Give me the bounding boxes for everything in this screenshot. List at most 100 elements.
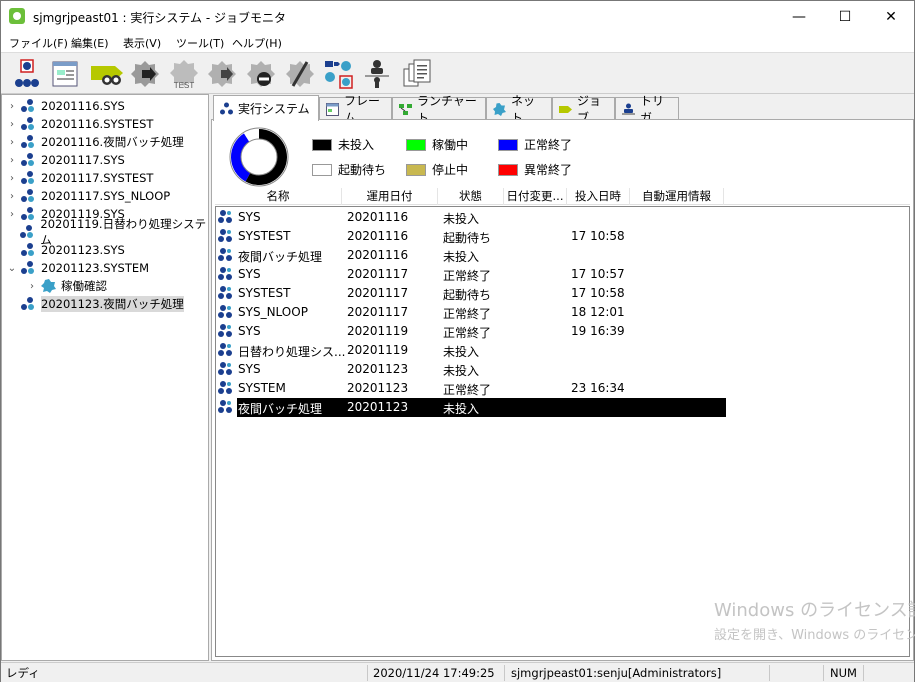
legend-label: 異常終了 — [524, 163, 573, 177]
column-date-change[interactable]: 日付変更... — [504, 188, 567, 205]
trigger-tab-icon — [622, 103, 635, 116]
tab-run-chart[interactable]: ランチャート — [392, 94, 486, 125]
tree-item[interactable]: › 20201116.SYSTEST — [6, 115, 153, 133]
column-header-row: 名称 運用日付 状態 日付変更... 投入日時 自動運用情報 — [215, 188, 910, 205]
test-run-icon[interactable]: TEST — [168, 58, 200, 90]
system-node-icon — [218, 343, 234, 357]
system-node-icon — [218, 400, 234, 414]
table-row[interactable]: 夜間バッチ処理 20201123 未投入 — [216, 398, 726, 417]
column-status[interactable]: 状態 — [438, 188, 504, 205]
system-node-icon — [21, 135, 37, 149]
tree-item[interactable]: › 20201117.SYS — [6, 151, 125, 169]
system-table[interactable]: SYS 20201116 未投入 SYSTEST 20201116 起動待ち 17 10:5… — [215, 206, 910, 657]
expand-arrow-icon[interactable]: › — [6, 191, 18, 202]
user-trigger-icon[interactable] — [361, 58, 393, 90]
tab-net[interactable]: ネット — [486, 94, 552, 125]
close-button[interactable]: ✕ — [868, 1, 914, 32]
expand-arrow-icon[interactable]: › — [26, 281, 38, 292]
menu-edit[interactable]: 編集(E) — [71, 35, 109, 51]
stop-icon[interactable] — [245, 58, 277, 90]
tab-label: 実行システム — [238, 102, 310, 116]
tree-item[interactable]: 20201119.日替わり処理システム — [6, 217, 208, 247]
status-donut-chart — [229, 127, 289, 187]
document-list-icon[interactable] — [401, 58, 433, 90]
status-bar: レディ 2020/11/24 17:49:25 sjmgrjpeast01:se… — [1, 662, 914, 682]
table-row[interactable]: 夜間バッチ処理 20201116 未投入 — [216, 246, 726, 265]
maximize-button[interactable]: ☐ — [822, 1, 868, 32]
table-row[interactable]: SYS 20201117 正常終了 17 10:57 — [216, 265, 726, 284]
system-node-icon — [21, 297, 37, 311]
tree-item-label: 20201117.SYS_NLOOP — [41, 189, 171, 203]
legend-swatch — [498, 138, 518, 151]
system-list-panel: 未投入 稼働中 正常終了 起動待ち 停止中 異常終了 名称 運用日付 状態 日付… — [211, 119, 915, 661]
expand-arrow-icon[interactable]: › — [6, 119, 18, 130]
cell-name: SYSTEST — [238, 229, 291, 243]
search-job-icon[interactable] — [88, 58, 126, 90]
status-mode: レディ — [6, 666, 40, 680]
cell-name: SYSTEM — [238, 381, 286, 395]
system-node-icon — [218, 248, 234, 262]
system-node-icon — [218, 362, 234, 376]
system-node-icon — [21, 171, 37, 185]
tab-job[interactable]: ジョブ — [552, 94, 615, 125]
tree-item[interactable]: › 20201117.SYSTEST — [6, 169, 153, 187]
table-row[interactable]: SYSTEST 20201117 起動待ち 17 10:58 — [216, 284, 726, 303]
expand-arrow-icon[interactable]: › — [6, 155, 18, 166]
menu-help[interactable]: ヘルプ(H) — [232, 35, 282, 51]
status-datetime: 2020/11/24 17:49:25 — [373, 666, 495, 680]
tree-item[interactable]: › 20201117.SYS_NLOOP — [6, 187, 170, 205]
expand-arrow-icon[interactable]: › — [6, 209, 18, 220]
tree-item[interactable]: 20201123.SYS — [6, 241, 125, 259]
status-separator — [769, 665, 770, 681]
tree-item[interactable]: › 20201116.夜間バッチ処理 — [6, 133, 184, 151]
expand-arrow-icon[interactable]: › — [6, 173, 18, 184]
table-row[interactable]: SYSTEST 20201116 起動待ち 17 10:58 — [216, 227, 726, 246]
system-node-icon — [21, 117, 37, 131]
table-row[interactable]: SYS 20201116 未投入 — [216, 208, 726, 227]
activation-watermark: Windows のライセンス認証 — [714, 600, 915, 621]
menu-file[interactable]: ファイル(F) — [9, 35, 68, 51]
system-node-icon — [21, 189, 37, 203]
column-start-time[interactable]: 投入日時 — [567, 188, 630, 205]
expand-arrow-icon[interactable]: › — [6, 137, 18, 148]
cell-status: 起動待ち — [443, 231, 492, 245]
restart-icon[interactable] — [206, 58, 238, 90]
cell-operation-date: 20201117 — [347, 305, 409, 319]
legend-label: 正常終了 — [524, 138, 573, 152]
tab-trigger[interactable]: トリガ — [615, 94, 679, 125]
tree-item-label: 稼働確認 — [61, 279, 107, 293]
tab-run-system[interactable]: 実行システム — [213, 95, 319, 121]
system-tree[interactable]: › 20201116.SYS › 20201116.SYSTEST › 20201116.… — [1, 94, 209, 661]
run-system-icon[interactable] — [11, 58, 43, 90]
tree-item[interactable]: › 稼働確認 — [26, 277, 107, 295]
tree-item-label: 20201116.SYS — [41, 99, 125, 113]
menu-view[interactable]: 表示(V) — [123, 35, 161, 51]
window-list-icon[interactable] — [50, 58, 82, 90]
system-node-icon — [21, 153, 37, 167]
cell-status: 正常終了 — [443, 326, 492, 340]
start-icon[interactable] — [129, 58, 161, 90]
legend-label: 稼働中 — [432, 138, 469, 152]
expand-arrow-icon[interactable]: ⌄ — [6, 263, 18, 274]
column-operation-date[interactable]: 運用日付 — [342, 188, 438, 205]
tree-item-label: 20201117.SYS — [41, 153, 125, 167]
expand-arrow-icon[interactable]: › — [6, 101, 18, 112]
tab-frame[interactable]: フレーム — [319, 94, 392, 125]
flow-control-icon[interactable] — [322, 58, 356, 90]
tree-item[interactable]: 20201123.夜間バッチ処理 — [6, 295, 184, 313]
column-name[interactable]: 名称 — [215, 188, 342, 205]
table-row[interactable]: SYSTEM 20201123 正常終了 23 16:34 — [216, 379, 726, 398]
cell-name: 夜間バッチ処理 — [238, 250, 323, 264]
skip-icon[interactable] — [284, 58, 316, 90]
tree-item[interactable]: › 20201116.SYS — [6, 97, 125, 115]
table-row[interactable]: 日替わり処理シス... 20201119 未投入 — [216, 341, 726, 360]
table-row[interactable]: SYS_NLOOP 20201117 正常終了 18 12:01 — [216, 303, 726, 322]
table-row[interactable]: SYS 20201119 正常終了 19 16:39 — [216, 322, 726, 341]
table-row[interactable]: SYS 20201123 未投入 — [216, 360, 726, 379]
frame-tab-icon — [326, 102, 339, 116]
cell-name: SYS — [238, 324, 261, 338]
tree-item[interactable]: ⌄ 20201123.SYSTEM — [6, 259, 149, 277]
minimize-button[interactable]: — — [776, 1, 822, 32]
menu-tools[interactable]: ツール(T) — [176, 35, 224, 51]
column-auto-info[interactable]: 自動運用情報 — [630, 188, 724, 205]
